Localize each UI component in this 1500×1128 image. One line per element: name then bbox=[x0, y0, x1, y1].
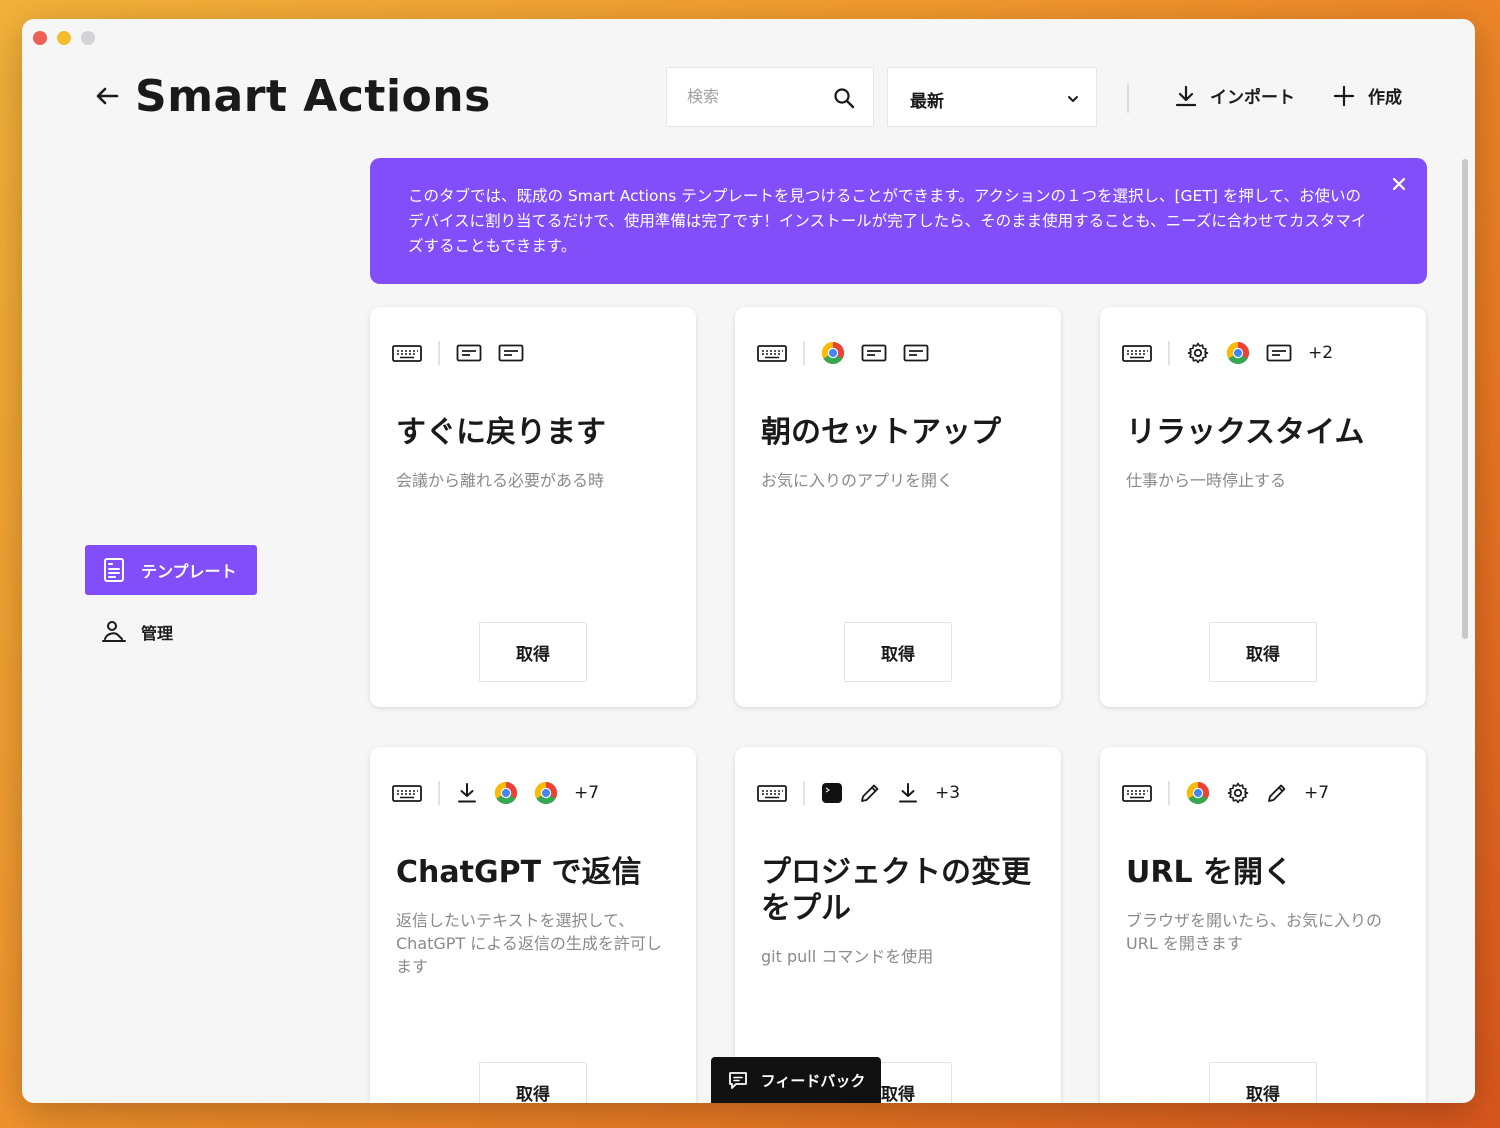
template-card[interactable]: +2 リラックスタイム 仕事から一時停止する 取得 bbox=[1100, 307, 1426, 707]
feedback-label: フィードバック bbox=[760, 1071, 866, 1090]
pencil-icon bbox=[1266, 780, 1288, 806]
card-description: お気に入りのアプリを開く bbox=[761, 471, 954, 490]
page-title: Smart Actions bbox=[135, 71, 491, 122]
settings-icon bbox=[1186, 340, 1210, 366]
download-icon bbox=[1175, 85, 1197, 106]
icon-separator bbox=[1168, 781, 1170, 805]
card-description: 返信したいテキストを選択して、ChatGPT による返信の生成を許可します bbox=[396, 911, 662, 976]
card-description: 仕事から一時停止する bbox=[1126, 471, 1287, 490]
terminal-icon bbox=[821, 780, 843, 806]
card-title: ChatGPT で返信 bbox=[396, 855, 642, 890]
template-card[interactable]: +7 URL を開く ブラウザを開いたら、お気に入りの URL を開きます 取得 bbox=[1100, 747, 1426, 1103]
card-icons bbox=[392, 340, 540, 366]
scrollbar[interactable] bbox=[1462, 159, 1468, 639]
keyboard-icon bbox=[1122, 780, 1152, 806]
card-description: ブラウザを開いたら、お気に入りの URL を開きます bbox=[1126, 911, 1383, 953]
feedback-button[interactable]: フィードバック bbox=[711, 1057, 881, 1103]
search-field[interactable] bbox=[666, 67, 874, 127]
card-title: すぐに戻ります bbox=[396, 415, 606, 450]
card-title: リラックスタイム bbox=[1126, 415, 1365, 450]
card-description: git pull コマンドを使用 bbox=[761, 947, 934, 966]
get-button[interactable]: 取得 bbox=[479, 622, 587, 682]
chat-bubble-icon bbox=[728, 1072, 747, 1089]
window-icon bbox=[903, 340, 929, 366]
window-controls bbox=[33, 31, 95, 45]
template-icon bbox=[104, 558, 124, 582]
minimize-window-button[interactable] bbox=[57, 31, 71, 45]
app-window: Smart Actions 最新 インポート 作成 テンプレ bbox=[22, 19, 1475, 1103]
close-icon[interactable] bbox=[1391, 176, 1407, 192]
keyboard-icon bbox=[1122, 340, 1152, 366]
card-icons: +7 bbox=[392, 780, 599, 806]
chrome-icon bbox=[1226, 340, 1250, 366]
card-icons: +2 bbox=[1122, 340, 1333, 366]
plus-icon bbox=[1333, 85, 1355, 106]
sidebar-item-templates[interactable]: テンプレート bbox=[85, 545, 257, 595]
pencil-icon bbox=[859, 780, 881, 806]
arrow-left-icon[interactable] bbox=[92, 81, 122, 111]
window-icon bbox=[1266, 340, 1292, 366]
search-input[interactable] bbox=[685, 86, 829, 107]
template-card[interactable]: +3 プロジェクトの変更をプル git pull コマンドを使用 取得 bbox=[735, 747, 1061, 1103]
keyboard-icon bbox=[757, 340, 787, 366]
settings-icon bbox=[1226, 780, 1250, 806]
search-icon[interactable] bbox=[833, 87, 855, 109]
template-card[interactable]: 朝のセットアップ お気に入りのアプリを開く 取得 bbox=[735, 307, 1061, 707]
keyboard-icon bbox=[392, 340, 422, 366]
chrome-icon bbox=[821, 340, 845, 366]
zoom-window-button[interactable] bbox=[81, 31, 95, 45]
icon-separator bbox=[438, 781, 440, 805]
sidebar: テンプレート 管理 bbox=[85, 545, 257, 657]
window-icon bbox=[498, 340, 524, 366]
window-icon bbox=[861, 340, 887, 366]
get-button[interactable]: 取得 bbox=[1209, 1062, 1317, 1103]
template-card[interactable]: すぐに戻ります 会議から離れる必要がある時 取得 bbox=[370, 307, 696, 707]
import-label: インポート bbox=[1210, 88, 1295, 108]
sidebar-item-label: 管理 bbox=[141, 624, 174, 643]
keyboard-icon bbox=[757, 780, 787, 806]
close-window-button[interactable] bbox=[33, 31, 47, 45]
get-button[interactable]: 取得 bbox=[1209, 622, 1317, 682]
card-title: プロジェクトの変更をプル bbox=[761, 855, 1031, 926]
keyboard-icon bbox=[392, 780, 422, 806]
more-count: +7 bbox=[574, 783, 600, 803]
sidebar-item-label: テンプレート bbox=[141, 562, 237, 581]
card-icons: +7 bbox=[1122, 780, 1329, 806]
more-count: +3 bbox=[935, 783, 961, 803]
icon-separator bbox=[438, 341, 440, 365]
create-label: 作成 bbox=[1368, 88, 1402, 108]
icon-separator bbox=[803, 341, 805, 365]
more-count: +7 bbox=[1304, 783, 1330, 803]
banner-text: このタブでは、既成の Smart Actions テンプレートを見つけることがで… bbox=[408, 187, 1367, 255]
chrome-icon bbox=[1186, 780, 1210, 806]
get-button[interactable]: 取得 bbox=[479, 1062, 587, 1103]
download-icon bbox=[897, 780, 919, 806]
get-button[interactable]: 取得 bbox=[844, 622, 952, 682]
card-description: 会議から離れる必要がある時 bbox=[396, 471, 605, 490]
card-title: 朝のセットアップ bbox=[761, 415, 1001, 450]
card-title: URL を開く bbox=[1126, 855, 1294, 890]
user-desk-icon bbox=[102, 621, 126, 642]
chrome-icon bbox=[534, 780, 558, 806]
create-button[interactable]: 作成 bbox=[1332, 83, 1402, 108]
more-count: +2 bbox=[1308, 343, 1334, 363]
window-icon bbox=[456, 340, 482, 366]
chrome-icon bbox=[494, 780, 518, 806]
card-icons: +3 bbox=[757, 780, 960, 806]
toolbar-divider bbox=[1127, 83, 1129, 113]
card-icons bbox=[757, 340, 945, 366]
sidebar-item-manage[interactable]: 管理 bbox=[85, 607, 257, 657]
icon-separator bbox=[1168, 341, 1170, 365]
download-icon bbox=[456, 780, 478, 806]
chevron-down-icon bbox=[1068, 96, 1078, 102]
sort-dropdown[interactable]: 最新 bbox=[887, 67, 1097, 127]
import-button[interactable]: インポート bbox=[1174, 83, 1295, 108]
info-banner: このタブでは、既成の Smart Actions テンプレートを見つけることがで… bbox=[370, 158, 1427, 284]
sort-value: 最新 bbox=[910, 92, 944, 112]
template-card[interactable]: +7 ChatGPT で返信 返信したいテキストを選択して、ChatGPT によ… bbox=[370, 747, 696, 1103]
icon-separator bbox=[803, 781, 805, 805]
